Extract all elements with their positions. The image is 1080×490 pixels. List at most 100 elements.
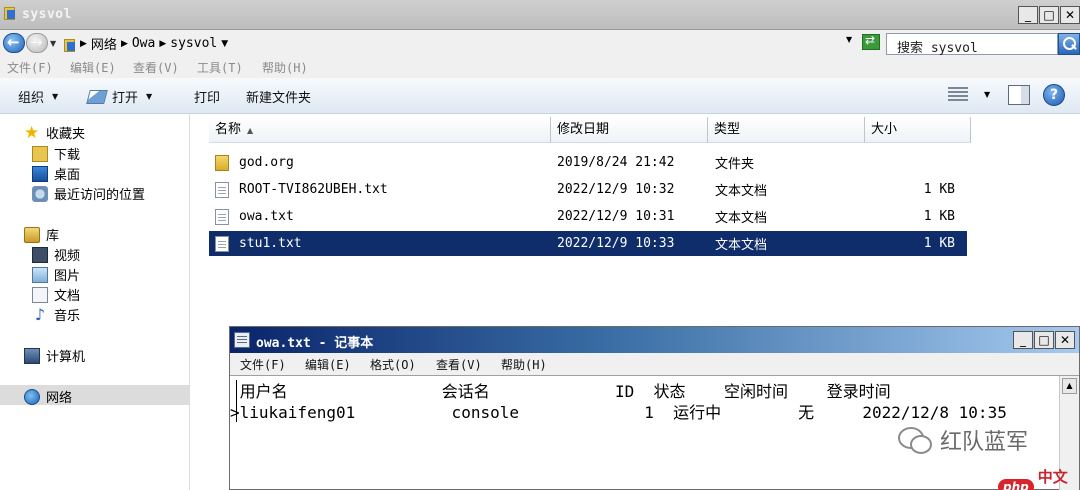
video-icon: [32, 246, 48, 263]
file-modified: 2022/12/9 10:32: [557, 182, 675, 197]
organize-label: 组织: [18, 91, 45, 106]
file-row[interactable]: god.org 2019/8/24 21:42 文件夹: [209, 150, 967, 175]
file-name: god.org: [239, 155, 294, 170]
file-name-cell: god.org: [209, 154, 549, 171]
nav-libraries[interactable]: 库: [24, 225, 59, 244]
breadcrumb-sysvol[interactable]: sysvol: [170, 36, 217, 51]
column-header-name[interactable]: 名称 ▲: [209, 117, 551, 143]
nav-recent-places[interactable]: 最近访问的位置: [32, 184, 145, 203]
column-label: 类型: [714, 122, 741, 137]
recent-places-icon: [32, 185, 48, 202]
nav-label: 计算机: [46, 350, 86, 365]
minimize-button[interactable]: _: [1018, 6, 1038, 24]
column-header-row: 名称 ▲ 修改日期 类型 大小: [209, 117, 971, 143]
file-name: stu1.txt: [239, 236, 302, 251]
file-name-cell: stu1.txt: [209, 235, 549, 252]
column-header-type[interactable]: 类型: [708, 117, 865, 143]
search-placeholder: 搜索 sysvol: [897, 41, 978, 56]
menu-view[interactable]: 查看(V): [436, 356, 482, 373]
nav-computer[interactable]: 计算机: [24, 346, 85, 365]
nav-label: 收藏夹: [46, 127, 86, 142]
preview-pane-icon[interactable]: [1008, 85, 1030, 105]
nav-network[interactable]: 网络: [24, 387, 72, 406]
breadcrumb-owa[interactable]: Owa: [132, 36, 155, 51]
wechat-logo-icon: [898, 427, 932, 454]
pictures-icon: [32, 266, 48, 283]
chevron-right-icon[interactable]: ▶: [159, 39, 166, 49]
view-options-icon[interactable]: [948, 87, 968, 103]
column-label: 修改日期: [557, 122, 610, 137]
scroll-up-icon[interactable]: ▲: [1062, 378, 1077, 394]
search-input[interactable]: 搜索 sysvol: [886, 33, 1058, 56]
desktop-icon: [32, 165, 48, 182]
menu-format[interactable]: 格式(O): [370, 356, 416, 373]
menu-file[interactable]: 文件(F): [240, 356, 286, 373]
nav-label: 图片: [54, 269, 81, 284]
sort-ascending-icon: ▲: [247, 126, 254, 135]
back-button[interactable]: [3, 33, 25, 53]
chevron-right-icon[interactable]: ▶: [80, 39, 87, 49]
nav-favorites[interactable]: ★ 收藏夹: [24, 123, 85, 142]
open-label: 打开: [112, 91, 139, 106]
nav-videos[interactable]: 视频: [32, 245, 80, 264]
menu-help[interactable]: 帮助(H): [501, 356, 547, 373]
help-icon[interactable]: ?: [1043, 84, 1065, 106]
file-type: 文本文档: [715, 184, 768, 199]
file-modified: 2022/12/9 10:31: [557, 209, 675, 224]
file-row[interactable]: owa.txt 2022/12/9 10:31 文本文档 1 KB: [209, 204, 967, 229]
print-label: 打印: [194, 91, 221, 106]
chevron-down-icon[interactable]: ▼: [221, 39, 228, 49]
notepad-window: owa.txt - 记事本 _ □ ✕ 文件(F) 编辑(E) 格式(O) 查看…: [229, 326, 1080, 490]
explorer-titlebar: sysvol _ □ ✕: [0, 0, 1080, 30]
refresh-icon[interactable]: [862, 33, 880, 50]
column-header-modified[interactable]: 修改日期: [551, 117, 708, 143]
maximize-button[interactable]: □: [1034, 331, 1054, 349]
downloads-folder-icon: [32, 145, 48, 162]
menu-help[interactable]: 帮助(H): [262, 59, 308, 76]
menu-file[interactable]: 文件(F): [7, 59, 53, 76]
notepad-icon: [234, 332, 250, 348]
close-button[interactable]: ✕: [1055, 331, 1075, 349]
file-name: ROOT-TVI862UBEH.txt: [239, 182, 388, 197]
breadcrumb-network[interactable]: 网络: [91, 34, 117, 53]
text-file-icon: [215, 235, 229, 252]
address-bar: ▼ ▶ 网络 ▶ Owa ▶ sysvol ▼ ▼ 搜索 sysvol: [0, 30, 1080, 56]
folder-icon: [215, 154, 229, 171]
music-icon: ♪: [34, 304, 46, 324]
explorer-menubar: 文件(F) 编辑(E) 查看(V) 工具(T) 帮助(H): [0, 56, 1080, 78]
breadcrumb: ▶ 网络 ▶ Owa ▶ sysvol ▼: [62, 34, 232, 53]
php-logo: php: [998, 479, 1034, 490]
menu-edit[interactable]: 编辑(E): [305, 356, 351, 373]
menu-view[interactable]: 查看(V): [133, 59, 179, 76]
menu-edit[interactable]: 编辑(E): [70, 59, 116, 76]
column-header-size[interactable]: 大小: [865, 117, 971, 143]
nav-documents[interactable]: 文档: [32, 285, 80, 304]
chevron-right-icon[interactable]: ▶: [121, 39, 128, 49]
open-button[interactable]: 打开 ▼: [86, 87, 152, 106]
nav-label: 库: [46, 229, 60, 244]
file-row[interactable]: ROOT-TVI862UBEH.txt 2022/12/9 10:32 文本文档…: [209, 177, 967, 202]
organize-button[interactable]: 组织 ▼: [18, 87, 58, 106]
chevron-down-icon[interactable]: ▼: [984, 90, 990, 99]
close-button[interactable]: ✕: [1060, 6, 1080, 24]
nav-music[interactable]: ♪ 音乐: [32, 305, 80, 324]
nav-pictures[interactable]: 图片: [32, 265, 80, 284]
menu-tools[interactable]: 工具(T): [197, 59, 243, 76]
nav-label: 音乐: [54, 309, 81, 324]
forward-button[interactable]: [26, 33, 48, 53]
recent-pages-dropdown-icon[interactable]: ▼: [50, 39, 56, 48]
maximize-button[interactable]: □: [1039, 6, 1059, 24]
nav-downloads[interactable]: 下载: [32, 144, 80, 163]
file-type: 文件夹: [715, 157, 755, 172]
nav-label: 下载: [54, 148, 81, 163]
print-button[interactable]: 打印: [194, 87, 220, 106]
watermark-text: 红队蓝军: [940, 430, 1029, 455]
new-folder-button[interactable]: 新建文件夹: [246, 87, 311, 106]
address-history-dropdown-icon[interactable]: ▼: [846, 35, 852, 44]
minimize-button[interactable]: _: [1013, 331, 1033, 349]
search-icon[interactable]: [1058, 33, 1080, 55]
text-file-icon: [215, 181, 229, 198]
nav-desktop[interactable]: 桌面: [32, 164, 80, 183]
navigation-pane: ★ 收藏夹 下载 桌面 最近访问的位置 库 视频 图片 文档 ♪ 音乐 计算机 …: [0, 114, 190, 490]
file-row-selected[interactable]: stu1.txt 2022/12/9 10:33 文本文档 1 KB: [209, 231, 967, 256]
